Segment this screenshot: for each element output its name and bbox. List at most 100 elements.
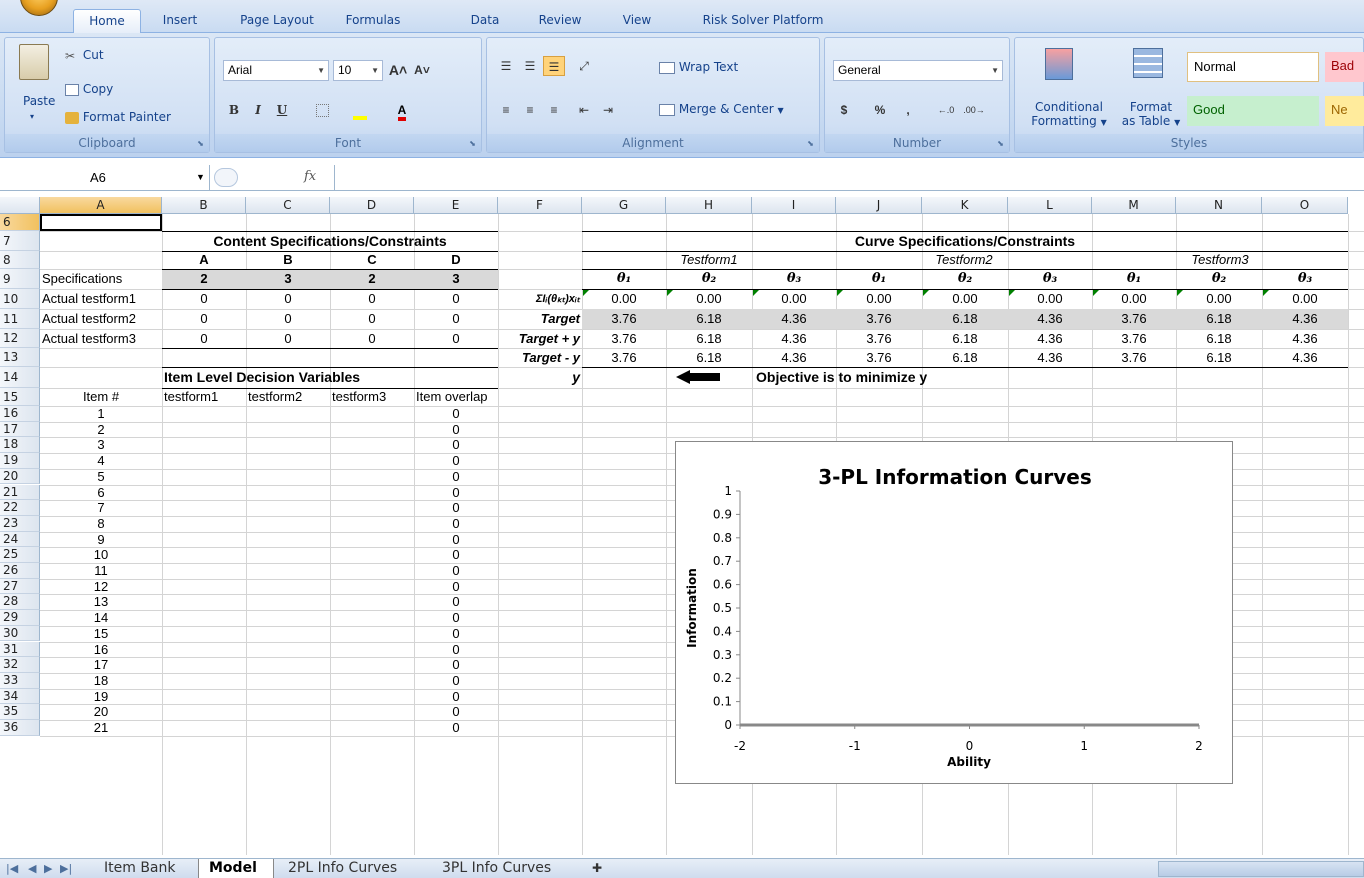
row-header-17[interactable]: 17 [0, 421, 40, 438]
row-header-14[interactable]: 14 [0, 367, 40, 388]
insert-sheet-icon[interactable]: ✚ [592, 859, 614, 878]
style-good[interactable]: Good [1187, 96, 1319, 126]
row-header-18[interactable]: 18 [0, 437, 40, 454]
dialog-launcher-icon[interactable]: ⬊ [805, 138, 816, 149]
row-header-36[interactable]: 36 [0, 720, 40, 736]
row-header-21[interactable]: 21 [0, 484, 40, 501]
row-header-26[interactable]: 26 [0, 563, 40, 579]
tab-insert[interactable]: Insert [150, 9, 210, 33]
paste-dropdown-icon[interactable]: ▾ [30, 112, 34, 121]
office-button[interactable] [20, 0, 58, 16]
formula-input[interactable] [334, 165, 1364, 190]
tab-view[interactable]: View [614, 9, 660, 33]
row-header-34[interactable]: 34 [0, 688, 40, 705]
style-neutral[interactable]: Ne [1325, 96, 1364, 126]
copy-button[interactable]: Copy [65, 82, 113, 96]
decrease-indent-icon[interactable]: ⇤ [573, 100, 595, 120]
align-middle-icon[interactable]: ☰ [519, 56, 541, 76]
align-top-icon[interactable]: ☰ [495, 56, 517, 76]
column-header-b[interactable]: B [162, 197, 246, 214]
row-header-28[interactable]: 28 [0, 594, 40, 611]
bold-button[interactable]: B [223, 100, 245, 120]
horizontal-scrollbar[interactable] [1158, 861, 1364, 877]
wrap-text-button[interactable]: Wrap Text [659, 60, 738, 74]
row-header-22[interactable]: 22 [0, 500, 40, 516]
name-box[interactable]: A6 ▼ [0, 165, 210, 190]
tab-data[interactable]: Data [462, 9, 508, 33]
column-header-g[interactable]: G [582, 197, 666, 214]
row-header-25[interactable]: 25 [0, 547, 40, 563]
sheet-tab-2pl-info-curves[interactable]: 2PL Info Curves [288, 859, 397, 878]
dialog-launcher-icon[interactable]: ⬊ [195, 138, 206, 149]
paste-button[interactable]: Paste [23, 94, 55, 108]
select-all-corner[interactable] [0, 197, 40, 214]
next-sheet-icon[interactable]: ▶ [44, 859, 52, 878]
dialog-launcher-icon[interactable]: ⬊ [995, 138, 1006, 149]
insert-function-icon[interactable]: fx [304, 169, 316, 184]
tab-home[interactable]: Home [73, 9, 141, 33]
row-header-33[interactable]: 33 [0, 672, 40, 689]
column-header-i[interactable]: I [752, 197, 836, 214]
row-header-16[interactable]: 16 [0, 406, 40, 422]
percent-button[interactable]: % [869, 100, 891, 120]
format-as-table-icon[interactable] [1133, 48, 1163, 78]
grow-font-icon[interactable]: A˄ [387, 60, 409, 80]
cut-button[interactable]: ✂ Cut [65, 48, 104, 63]
row-header-7[interactable]: 7 [0, 231, 40, 251]
row-header-27[interactable]: 27 [0, 578, 40, 595]
row-header-11[interactable]: 11 [0, 309, 40, 329]
tab-review[interactable]: Review [530, 9, 590, 33]
comma-button[interactable]: , [897, 100, 919, 120]
row-header-9[interactable]: 9 [0, 269, 40, 289]
chart-3pl-information-curves[interactable]: 3-PL Information Curves 0 0.1 0.2 0.3 0.4 0.5 0… [675, 441, 1233, 784]
format-painter-button[interactable]: Format Painter [65, 110, 171, 124]
row-header-10[interactable]: 10 [0, 289, 40, 309]
align-right-icon[interactable]: ≡ [543, 100, 565, 120]
row-header-23[interactable]: 23 [0, 515, 40, 532]
increase-indent-icon[interactable]: ⇥ [597, 100, 619, 120]
shrink-font-icon[interactable]: A˅ [411, 60, 433, 80]
tab-page-layout[interactable]: Page Layout [232, 9, 322, 33]
tab-formulas[interactable]: Formulas [334, 9, 412, 33]
row-header-15[interactable]: 15 [0, 388, 40, 406]
sheet-tab-item-bank[interactable]: Item Bank [104, 859, 175, 878]
row-header-6[interactable]: 6 [0, 214, 40, 231]
row-header-8[interactable]: 8 [0, 251, 40, 269]
increase-decimal-icon[interactable]: ←.0 [935, 100, 957, 120]
orientation-icon[interactable]: ⤢ [573, 56, 595, 76]
row-header-35[interactable]: 35 [0, 704, 40, 720]
sheet-tab-model[interactable]: Model [198, 859, 274, 878]
row-header-31[interactable]: 31 [0, 641, 40, 658]
row-header-12[interactable]: 12 [0, 329, 40, 348]
borders-icon[interactable] [311, 100, 333, 120]
column-header-j[interactable]: J [836, 197, 922, 214]
dialog-launcher-icon[interactable]: ⬊ [467, 138, 478, 149]
number-format-combo[interactable]: General ▼ [833, 60, 1003, 81]
underline-button[interactable]: U [271, 100, 293, 120]
align-center-icon[interactable]: ≡ [519, 100, 541, 120]
style-bad[interactable]: Bad [1325, 52, 1364, 82]
column-header-k[interactable]: K [922, 197, 1008, 214]
paste-icon[interactable] [19, 44, 49, 80]
font-name-combo[interactable]: Arial ▼ [223, 60, 329, 81]
tab-risk-solver-platform[interactable]: Risk Solver Platform [688, 9, 838, 33]
last-sheet-icon[interactable]: ▶| [60, 859, 72, 878]
column-header-m[interactable]: M [1092, 197, 1176, 214]
column-header-l[interactable]: L [1008, 197, 1092, 214]
italic-button[interactable]: I [247, 100, 269, 120]
column-header-e[interactable]: E [414, 197, 498, 214]
row-header-24[interactable]: 24 [0, 531, 40, 548]
font-size-combo[interactable]: 10 ▼ [333, 60, 383, 81]
column-header-f[interactable]: F [498, 197, 582, 214]
prev-sheet-icon[interactable]: ◀ [28, 859, 36, 878]
active-cell-a6[interactable] [40, 214, 162, 231]
column-header-n[interactable]: N [1176, 197, 1262, 214]
row-header-19[interactable]: 19 [0, 453, 40, 469]
style-normal[interactable]: Normal [1187, 52, 1319, 82]
row-header-32[interactable]: 32 [0, 657, 40, 673]
decrease-decimal-icon[interactable]: .00→ [963, 100, 985, 120]
currency-button[interactable]: $ [833, 100, 855, 120]
font-color-icon[interactable]: A [391, 100, 413, 121]
column-header-o[interactable]: O [1262, 197, 1348, 214]
format-as-table-button[interactable]: Format as Table ▼ [1115, 100, 1187, 130]
